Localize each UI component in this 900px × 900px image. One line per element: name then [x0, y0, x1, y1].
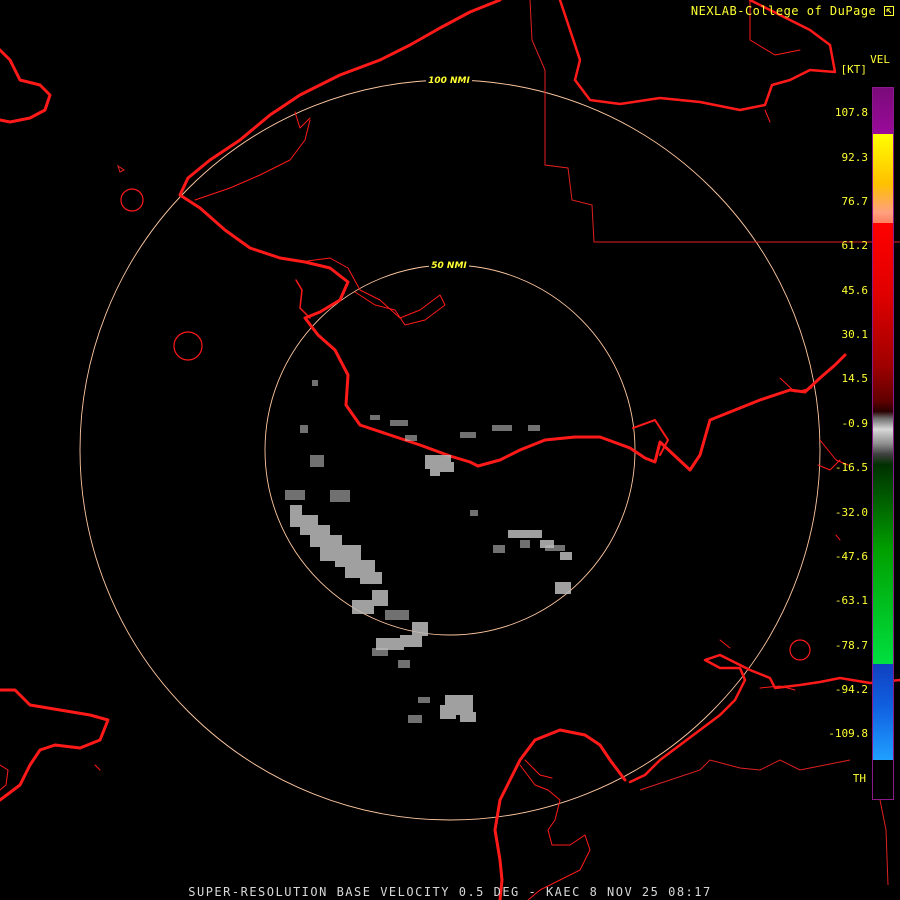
legend-tick: TH — [852, 772, 866, 785]
legend-tick: -63.1 — [834, 594, 868, 607]
legend-tick: 76.7 — [841, 195, 869, 208]
legend-tick: -78.7 — [834, 639, 868, 652]
velocity-colorbar — [872, 87, 894, 800]
legend-tick: -0.9 — [841, 417, 869, 430]
range-ring-label-100: 100 NMI — [428, 76, 470, 86]
credit-text[interactable]: NEXLAB-College of DuPage — [691, 4, 876, 18]
legend-tick: -47.6 — [834, 550, 868, 563]
radar-map: 100 NMI 50 NMI — [0, 0, 900, 900]
legend-tick: -94.2 — [834, 683, 868, 696]
legend-tick: -32.0 — [834, 506, 868, 519]
legend-tick: 45.6 — [841, 284, 869, 297]
legend-tick: -16.5 — [834, 461, 868, 474]
legend-product: VEL — [870, 53, 890, 66]
legend-tick: 107.8 — [834, 106, 868, 119]
credit-label[interactable]: NEXLAB-College of DuPage — [691, 4, 894, 18]
range-ring-label-50: 50 NMI — [431, 261, 467, 271]
product-caption: SUPER-RESOLUTION BASE VELOCITY 0.5 DEG -… — [188, 885, 712, 899]
legend-units: [KT] — [840, 63, 868, 76]
legend-tick: 30.1 — [841, 328, 869, 341]
legend-tick: -109.8 — [828, 727, 868, 740]
legend-tick: 14.5 — [841, 372, 869, 385]
external-link-icon[interactable] — [884, 6, 894, 16]
legend-tick: 61.2 — [841, 239, 869, 252]
legend-tick: 92.3 — [841, 151, 869, 164]
